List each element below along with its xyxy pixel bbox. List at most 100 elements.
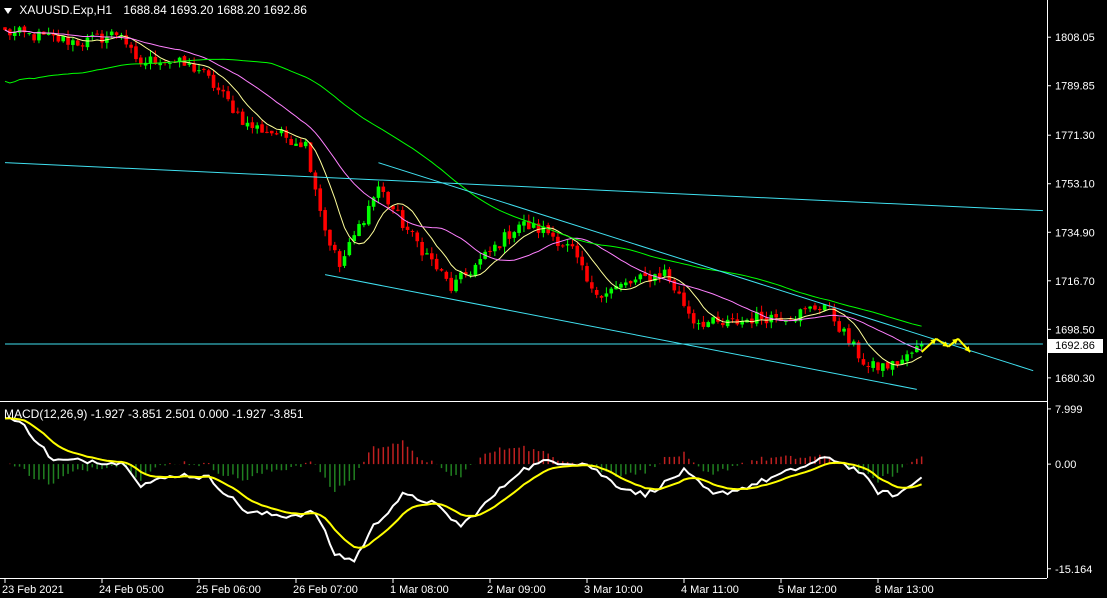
candle-body	[56, 35, 61, 42]
candle-body	[250, 122, 255, 129]
candle-body	[730, 318, 735, 320]
candle-body	[551, 232, 555, 237]
candle-body	[342, 256, 347, 266]
candle-body	[260, 124, 264, 133]
candle-body	[565, 244, 570, 246]
candle-body	[139, 57, 143, 65]
candle-body	[381, 186, 386, 192]
price-tick-label: 1753.10	[1055, 179, 1095, 191]
candle-body	[134, 46, 138, 60]
candle-body	[488, 250, 492, 252]
chart-header: XAUUSD.Exp,H1 1688.84 1693.20 1688.20 16…	[4, 3, 307, 17]
candle-body	[454, 279, 458, 292]
candle-body	[226, 91, 230, 100]
candle-body	[129, 44, 133, 48]
candle-body	[430, 253, 434, 260]
candle-body	[32, 34, 36, 41]
candle-body	[570, 244, 575, 247]
candle-body	[323, 210, 327, 231]
candle-body	[231, 100, 235, 113]
candle-body	[95, 33, 99, 35]
symbol-label: XAUUSD.Exp,H1	[19, 3, 113, 17]
candle-body	[721, 322, 725, 326]
candle-body	[691, 313, 696, 324]
candle-body	[328, 229, 332, 246]
time-tick-label: 25 Feb 06:00	[196, 584, 261, 596]
candle-body	[919, 344, 924, 347]
candle-body	[687, 306, 691, 314]
ma-fast-line	[4, 29, 922, 366]
candle-body	[85, 37, 90, 48]
candle-body	[303, 141, 308, 147]
trendline-2	[325, 274, 917, 390]
candle-body	[837, 321, 841, 332]
candle-body	[497, 246, 502, 249]
candle-body	[148, 56, 153, 64]
candle-body	[415, 232, 420, 242]
candle-body	[560, 245, 565, 247]
candle-body	[17, 27, 22, 33]
candle-body	[444, 271, 449, 279]
candle-body	[269, 130, 274, 134]
candle-body	[61, 36, 65, 42]
candle-body	[856, 342, 861, 359]
candle-body	[366, 205, 371, 225]
candle-body	[619, 283, 623, 288]
price-tick-label: 1808.05	[1055, 32, 1095, 44]
candle-body	[900, 359, 905, 365]
candle-body	[876, 362, 880, 371]
candle-body	[590, 282, 594, 289]
candle-body	[638, 274, 643, 280]
macd-tick-label: 7.999	[1055, 404, 1083, 416]
candle-body	[580, 256, 584, 266]
dropdown-triangle-icon[interactable]	[4, 7, 12, 14]
candle-body	[240, 111, 245, 125]
candle-body	[803, 308, 808, 310]
candle-body	[337, 251, 342, 267]
candle-body	[599, 295, 604, 298]
candle-body	[294, 143, 298, 146]
time-tick-label: 3 Mar 10:00	[584, 584, 643, 596]
candle-body	[905, 354, 909, 362]
candle-body	[71, 40, 75, 45]
candle-body	[80, 45, 85, 47]
candle-body	[405, 226, 410, 230]
candle-body	[813, 305, 817, 310]
price-tick-label: 1789.85	[1055, 81, 1095, 93]
candle-body	[910, 352, 914, 354]
candle-body	[657, 273, 662, 278]
candle-body	[439, 269, 444, 271]
candle-body	[701, 321, 706, 327]
candle-body	[682, 292, 686, 306]
time-tick-label: 1 Mar 08:00	[390, 584, 449, 596]
candle-body	[109, 31, 114, 36]
time-tick-label: 5 Mar 12:00	[778, 584, 837, 596]
candle-body	[473, 264, 478, 276]
candle-body	[754, 312, 759, 324]
candle-body	[633, 279, 638, 283]
candle-body	[517, 224, 521, 233]
candle-body	[245, 122, 250, 127]
price-tick-label: 1771.30	[1055, 130, 1095, 142]
macd-panel	[4, 416, 923, 563]
candle-body	[677, 291, 681, 294]
candle-body	[211, 74, 216, 88]
time-tick-label: 8 Mar 13:00	[875, 584, 934, 596]
candle-body	[318, 188, 323, 211]
candle-body	[628, 280, 633, 284]
price-tick-label: 1698.50	[1055, 324, 1095, 336]
time-tick-label: 24 Feb 05:00	[99, 584, 164, 596]
candle-body	[376, 186, 381, 198]
macd-header: MACD(12,26,9) -1.927 -3.851 2.501 0.000 …	[4, 407, 304, 421]
candle-body	[696, 323, 701, 325]
candle-body	[197, 70, 201, 72]
candle-body	[449, 277, 453, 291]
candle-body	[158, 63, 162, 66]
candle-body	[362, 223, 366, 226]
chart-canvas: 1808.05 1789.85 1771.30 1753.10 1734.90 1716.…	[0, 0, 1095, 596]
candle-body	[774, 313, 778, 318]
macd-tick-label: -15.164	[1055, 564, 1092, 576]
candle-body	[313, 172, 318, 190]
candle-body	[842, 328, 846, 332]
macd-line	[4, 416, 923, 563]
